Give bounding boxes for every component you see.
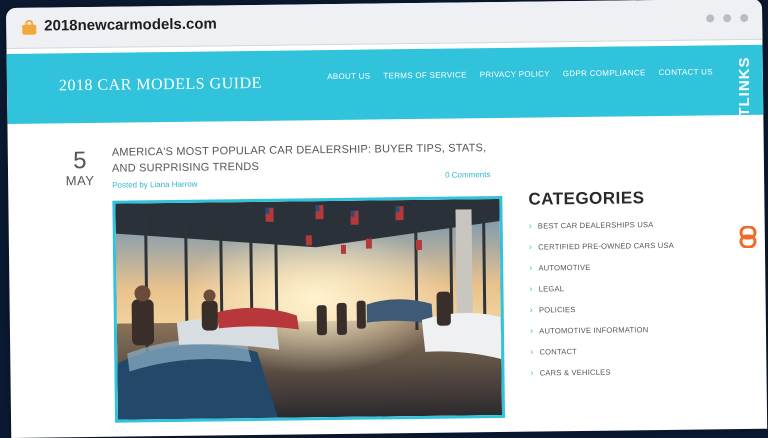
chevron-right-icon: › <box>528 241 533 252</box>
watermark: GUESTPOSTLINKS <box>728 40 768 248</box>
author-link[interactable]: Liana Harrow <box>150 180 198 190</box>
nav-contact-us[interactable]: CONTACT US <box>659 67 713 77</box>
category-item[interactable]: › LEGAL <box>529 283 674 306</box>
category-label[interactable]: CERTIFIED PRE-OWNED CARS USA <box>538 241 674 252</box>
category-label[interactable]: AUTOMOTIVE INFORMATION <box>539 325 648 335</box>
post-title[interactable]: AMERICA'S MOST POPULAR CAR DEALERSHIP: B… <box>112 140 492 177</box>
post-day: 5 <box>73 147 87 175</box>
category-item[interactable]: › CERTIFIED PRE-OWNED CARS USA <box>529 241 674 264</box>
browser-titlebar: 2018newcarmodels.com <box>6 0 763 49</box>
category-label[interactable]: POLICIES <box>539 305 576 314</box>
chain-link-icon <box>739 226 757 248</box>
post-month: MAY <box>65 172 95 189</box>
categories-list: › BEST CAR DEALERSHIPS USA › CERTIFIED PRE… <box>529 220 676 390</box>
byline-prefix: Posted by <box>112 180 148 190</box>
main-nav: ABOUT US TERMS OF SERVICE PRIVACY POLICY… <box>327 67 713 81</box>
browser-window: 2018newcarmodels.com 2018 CAR MODELS GUI… <box>6 0 768 438</box>
category-label[interactable]: CONTACT <box>539 347 577 356</box>
chevron-right-icon: › <box>528 220 532 231</box>
site-header: 2018 CAR MODELS GUIDE ABOUT US TERMS OF … <box>6 44 764 124</box>
category-item[interactable]: › CONTACT <box>530 346 675 369</box>
nav-privacy-policy[interactable]: PRIVACY POLICY <box>480 69 550 79</box>
nav-terms-of-service[interactable]: TERMS OF SERVICE <box>383 70 466 80</box>
category-item[interactable]: › AUTOMOTIVE <box>529 262 674 285</box>
chevron-right-icon: › <box>529 325 534 336</box>
featured-image[interactable] <box>112 195 506 423</box>
category-label[interactable]: BEST CAR DEALERSHIPS USA <box>538 220 654 230</box>
chevron-right-icon: › <box>529 283 533 294</box>
lock-icon <box>22 19 37 35</box>
main-content: 5 MAY AMERICA'S MOST POPULAR CAR DEALERS… <box>7 115 767 438</box>
category-label[interactable]: CARS & VEHICLES <box>540 368 611 378</box>
chevron-right-icon: › <box>529 262 533 273</box>
window-dot-icon[interactable] <box>706 14 715 23</box>
nav-gdpr-compliance[interactable]: GDPR COMPLIANCE <box>563 68 646 78</box>
category-item[interactable]: › BEST CAR DEALERSHIPS USA <box>529 220 674 243</box>
category-item[interactable]: › CARS & VEHICLES <box>530 367 675 390</box>
categories-title: CATEGORIES <box>528 188 645 209</box>
chevron-right-icon: › <box>530 367 534 378</box>
category-item[interactable]: › POLICIES <box>530 304 675 327</box>
site-logo[interactable]: 2018 CAR MODELS GUIDE <box>59 75 262 95</box>
watermark-text: GUESTPOSTLINKS <box>736 56 753 208</box>
window-dot-icon[interactable] <box>740 13 749 23</box>
post-date: 5 MAY <box>60 147 100 189</box>
post-byline: Posted by Liana Harrow <box>112 180 197 190</box>
chevron-right-icon: › <box>530 346 534 357</box>
category-label[interactable]: LEGAL <box>539 284 565 293</box>
window-dot-icon[interactable] <box>723 14 732 23</box>
nav-about-us[interactable]: ABOUT US <box>327 72 370 82</box>
category-label[interactable]: AUTOMOTIVE <box>538 263 590 273</box>
category-item[interactable]: › AUTOMOTIVE INFORMATION <box>530 325 675 348</box>
chevron-right-icon: › <box>529 304 533 315</box>
comments-link[interactable]: 0 Comments <box>445 170 490 180</box>
window-controls <box>706 13 749 23</box>
address-url[interactable]: 2018newcarmodels.com <box>44 15 217 34</box>
dealership-illustration <box>115 198 503 420</box>
